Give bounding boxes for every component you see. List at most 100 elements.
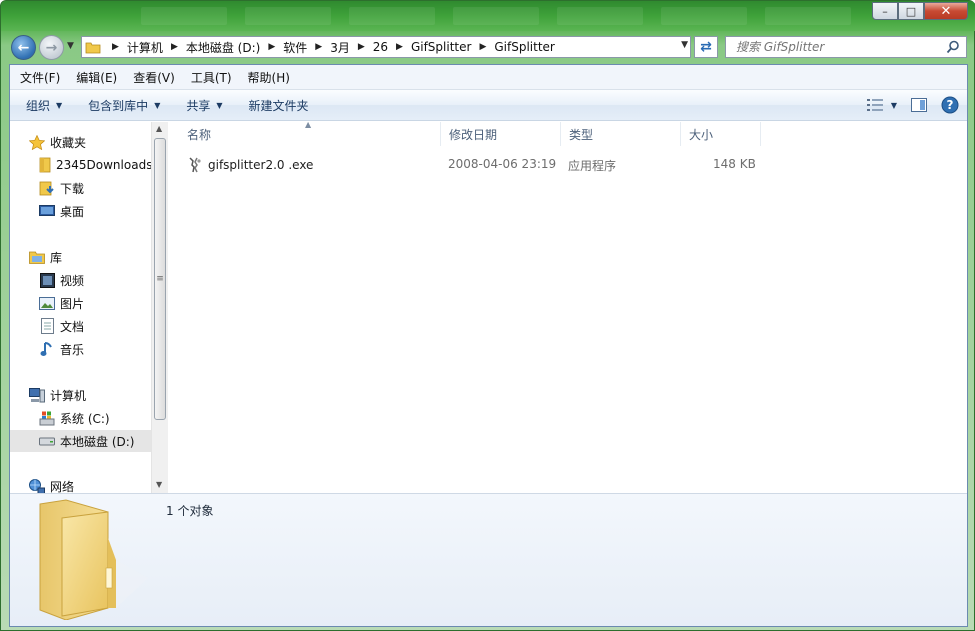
sidebar-computer[interactable]: 计算机 bbox=[28, 384, 86, 406]
sidebar-libraries[interactable]: 库 bbox=[28, 246, 62, 268]
search-icon[interactable] bbox=[946, 40, 960, 54]
details-pane: 1 个对象 bbox=[10, 493, 967, 626]
minimize-button[interactable]: – bbox=[872, 2, 898, 20]
sidebar-label: 2345Downloads bbox=[56, 158, 151, 172]
bg-tab bbox=[141, 7, 227, 25]
share-label: 共享 bbox=[186, 98, 211, 113]
menu-help[interactable]: 帮助(H) bbox=[240, 69, 298, 86]
new-folder-button[interactable]: 新建文件夹 bbox=[233, 97, 319, 114]
sidebar-item-documents[interactable]: 文档 bbox=[38, 315, 84, 337]
share-button[interactable]: 共享 ▼ bbox=[170, 97, 232, 114]
file-modified: 2008-04-06 23:19 bbox=[448, 157, 557, 171]
document-icon bbox=[38, 318, 56, 334]
picture-icon bbox=[38, 295, 56, 311]
sidebar-item-c-drive[interactable]: 系统 (C:) bbox=[38, 407, 110, 429]
bg-tab bbox=[453, 7, 539, 25]
scroll-up-icon[interactable]: ▲ bbox=[156, 124, 162, 133]
breadcrumb-item[interactable]: 26 bbox=[373, 40, 388, 54]
sidebar-item-2345downloads[interactable]: 2345Downloads bbox=[38, 154, 151, 176]
breadcrumb-item[interactable]: GifSplitter bbox=[411, 40, 472, 54]
maximize-button[interactable]: □ bbox=[898, 2, 924, 20]
organize-button[interactable]: 组织 ▼ bbox=[10, 97, 72, 114]
back-button[interactable]: ← bbox=[11, 35, 36, 60]
recent-pages-dropdown[interactable]: ▼ bbox=[67, 41, 74, 51]
application-icon bbox=[189, 157, 201, 173]
system-drive-icon bbox=[38, 410, 56, 426]
address-bar[interactable]: ▶ 计算机 ▶ 本地磁盘 (D:) ▶ 软件 ▶ 3月 ▶ 26 ▶ GifSp… bbox=[81, 36, 691, 58]
search-input[interactable] bbox=[736, 40, 936, 54]
bg-tab bbox=[661, 7, 747, 25]
breadcrumb-item[interactable]: 软件 bbox=[283, 39, 307, 56]
breadcrumb-item[interactable]: 本地磁盘 (D:) bbox=[186, 39, 260, 56]
chevron-down-icon: ▼ bbox=[154, 100, 161, 110]
file-name: gifsplitter2.0 .exe bbox=[208, 158, 314, 172]
column-header-type[interactable]: 类型 bbox=[561, 122, 681, 146]
sidebar-label: 库 bbox=[50, 250, 63, 265]
breadcrumb-item[interactable]: 计算机 bbox=[127, 39, 163, 56]
sidebar-label: 文档 bbox=[60, 319, 85, 334]
file-name-cell: gifsplitter2.0 .exe bbox=[187, 157, 313, 173]
navigation-pane: 收藏夹 2345Downloads 下载 桌面 库 视频 图片 文档 音乐 计算… bbox=[10, 122, 168, 494]
preview-pane-icon[interactable] bbox=[911, 98, 927, 112]
close-button[interactable]: ✕ bbox=[924, 2, 968, 20]
star-icon bbox=[28, 134, 46, 150]
svg-text:?: ? bbox=[947, 98, 954, 112]
window-controls: – □ ✕ bbox=[872, 2, 968, 20]
column-header-name[interactable]: 名称 bbox=[179, 122, 441, 146]
column-label: 名称 bbox=[187, 127, 212, 142]
menu-bar: 文件(F) 编辑(E) 查看(V) 工具(T) 帮助(H) bbox=[10, 65, 967, 90]
computer-icon bbox=[28, 387, 46, 403]
help-icon[interactable]: ? bbox=[941, 96, 959, 114]
chevron-down-icon: ▼ bbox=[216, 100, 223, 110]
menu-file[interactable]: 文件(F) bbox=[12, 69, 68, 86]
breadcrumb: ▶ 计算机 ▶ 本地磁盘 (D:) ▶ 软件 ▶ 3月 ▶ 26 ▶ GifSp… bbox=[112, 39, 555, 56]
breadcrumb-item[interactable]: 3月 bbox=[330, 39, 350, 56]
sidebar-label: 桌面 bbox=[60, 204, 85, 219]
folder-icon bbox=[82, 37, 104, 57]
scroll-down-icon[interactable]: ▼ bbox=[156, 480, 162, 489]
sidebar-item-downloads[interactable]: 下载 bbox=[38, 177, 84, 199]
sidebar-item-pictures[interactable]: 图片 bbox=[38, 292, 84, 314]
sidebar-item-videos[interactable]: 视频 bbox=[38, 269, 84, 291]
navigation-bar: ← → ▼ ▶ 计算机 ▶ 本地磁盘 (D:) ▶ 软件 ▶ 3月 ▶ 26 ▶… bbox=[9, 33, 967, 61]
include-library-button[interactable]: 包含到库中 ▼ bbox=[72, 97, 170, 114]
search-box[interactable] bbox=[725, 36, 967, 58]
column-header-modified[interactable]: 修改日期 bbox=[441, 122, 561, 146]
column-header-size[interactable]: 大小 bbox=[681, 122, 761, 146]
explorer-content: 文件(F) 编辑(E) 查看(V) 工具(T) 帮助(H) 组织 ▼ 包含到库中… bbox=[9, 64, 968, 627]
view-options-button[interactable]: ▼ bbox=[866, 99, 897, 111]
bg-tab bbox=[557, 7, 643, 25]
bg-tab bbox=[765, 7, 851, 25]
organize-label: 组织 bbox=[26, 98, 51, 113]
file-row[interactable]: gifsplitter2.0 .exe 2008-04-06 23:19 应用程… bbox=[169, 154, 967, 176]
menu-tools[interactable]: 工具(T) bbox=[183, 69, 240, 86]
details-view-icon bbox=[866, 99, 883, 111]
command-bar: 组织 ▼ 包含到库中 ▼ 共享 ▼ 新建文件夹 ▼ ? bbox=[10, 90, 967, 121]
scroll-thumb[interactable]: ≡ bbox=[154, 138, 166, 420]
menu-edit[interactable]: 编辑(E) bbox=[68, 69, 125, 86]
sidebar-item-desktop[interactable]: 桌面 bbox=[38, 200, 84, 222]
column-label: 修改日期 bbox=[449, 127, 498, 142]
bg-tab bbox=[349, 7, 435, 25]
column-label: 大小 bbox=[689, 127, 714, 142]
folder-icon bbox=[39, 499, 148, 620]
title-bar: – □ ✕ bbox=[1, 1, 975, 31]
sidebar-label: 收藏夹 bbox=[50, 135, 87, 150]
breadcrumb-item[interactable]: GifSplitter bbox=[494, 40, 555, 54]
sidebar-favorites[interactable]: 收藏夹 bbox=[28, 131, 86, 153]
file-type: 应用程序 bbox=[568, 159, 617, 173]
sidebar-item-music[interactable]: 音乐 bbox=[38, 338, 84, 360]
sidebar-label: 本地磁盘 (D:) bbox=[60, 434, 135, 449]
sidebar-scrollbar[interactable]: ▲ ≡ ▼ bbox=[151, 122, 168, 493]
refresh-button[interactable]: ⇄ bbox=[694, 36, 718, 58]
forward-button[interactable]: → bbox=[39, 35, 64, 60]
file-size: 148 KB bbox=[713, 157, 756, 171]
bg-tab bbox=[245, 7, 331, 25]
sidebar-item-d-drive[interactable]: 本地磁盘 (D:) bbox=[10, 430, 151, 452]
refresh-icon: ⇄ bbox=[700, 39, 712, 55]
network-icon bbox=[28, 478, 46, 494]
menu-view[interactable]: 查看(V) bbox=[125, 69, 183, 86]
address-dropdown-icon[interactable]: ▼ bbox=[681, 40, 688, 50]
new-folder-label: 新建文件夹 bbox=[248, 98, 309, 113]
background-tabs bbox=[141, 7, 851, 25]
